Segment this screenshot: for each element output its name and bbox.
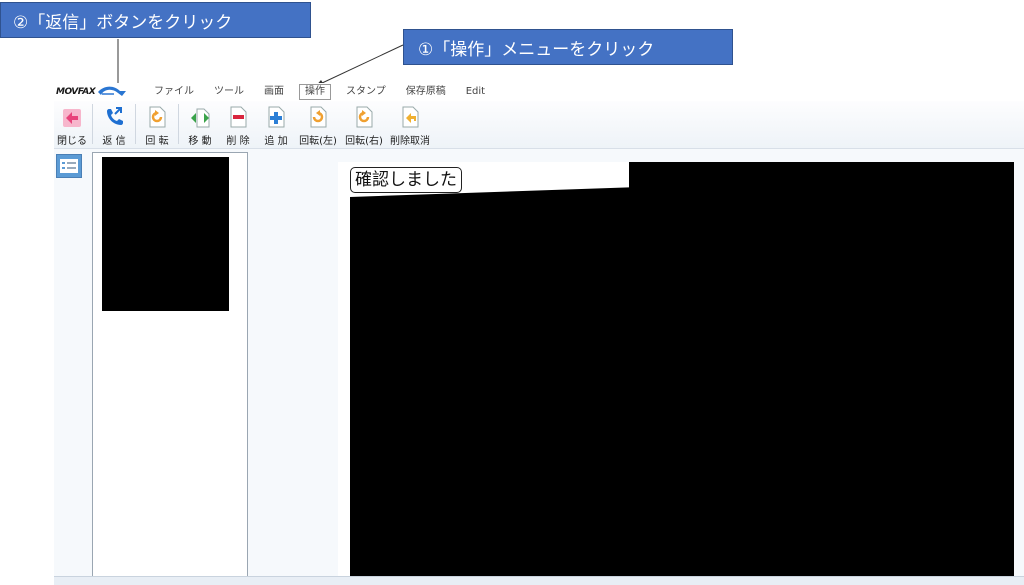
rotate-left-button-label: 回転(左) bbox=[299, 136, 337, 147]
move-arrows-icon bbox=[191, 108, 210, 128]
rotate-left-icon bbox=[310, 106, 327, 128]
rotate-button[interactable]: 回 転 bbox=[138, 101, 176, 147]
arrow-to-operation-menu bbox=[319, 44, 404, 85]
app-window: MOVFAX ファイル ツール 画面 操作 スタンプ 保存原稿 Edit 閉じる… bbox=[54, 83, 1024, 585]
add-plus-icon bbox=[268, 106, 285, 128]
delete-minus-icon bbox=[230, 106, 247, 128]
menu-bar: MOVFAX ファイル ツール 画面 操作 スタンプ 保存原稿 Edit bbox=[54, 83, 1024, 101]
close-button[interactable]: 閉じる bbox=[54, 101, 90, 147]
toolbar-separator bbox=[178, 104, 179, 144]
rotate-right-icon bbox=[356, 106, 373, 128]
confirmed-stamp[interactable]: 確認しました bbox=[350, 167, 462, 193]
rotate-page-icon bbox=[149, 106, 166, 128]
rotate-left-button[interactable]: 回転(左) bbox=[295, 101, 341, 147]
rotate-button-label: 回 転 bbox=[145, 136, 169, 147]
redacted-region bbox=[350, 187, 638, 585]
reply-phone-icon bbox=[107, 107, 123, 125]
menu-saved-drafts[interactable]: 保存原稿 bbox=[396, 84, 456, 100]
toolbar: 閉じる 返 信 回 転 移 動 削 除 追 加 回転(左) 回転(右) 削除取消 bbox=[54, 101, 1024, 149]
reply-button[interactable]: 返 信 bbox=[95, 101, 133, 147]
delete-button[interactable]: 削 除 bbox=[219, 101, 257, 147]
toolbar-separator bbox=[92, 104, 93, 144]
undo-delete-button[interactable]: 削除取消 bbox=[387, 101, 433, 147]
menu-file[interactable]: ファイル bbox=[144, 84, 204, 100]
delete-button-label: 削 除 bbox=[226, 136, 250, 147]
app-logo: MOVFAX bbox=[54, 86, 132, 98]
menu-view[interactable]: 画面 bbox=[254, 84, 294, 100]
close-button-label: 閉じる bbox=[57, 136, 87, 147]
thumbnail-panel bbox=[92, 152, 248, 577]
logo-swoosh-icon bbox=[98, 86, 127, 96]
reply-button-label: 返 信 bbox=[102, 136, 126, 147]
add-button[interactable]: 追 加 bbox=[257, 101, 295, 147]
rotate-right-button[interactable]: 回転(右) bbox=[341, 101, 387, 147]
screenshot: ②「返信」ボタンをクリック ①「操作」メニューをクリック MOVFAX ファイル… bbox=[0, 0, 1024, 585]
menu-edit[interactable]: Edit bbox=[456, 84, 495, 100]
menu-stamp[interactable]: スタンプ bbox=[336, 84, 396, 100]
page-list-icon bbox=[60, 159, 78, 173]
move-button-label: 移 動 bbox=[188, 136, 212, 147]
logo-text: MOVFAX bbox=[56, 87, 96, 97]
status-bar bbox=[54, 576, 1024, 585]
menu-operation[interactable]: 操作 bbox=[299, 84, 331, 100]
move-button[interactable]: 移 動 bbox=[181, 101, 219, 147]
page-thumbnail[interactable] bbox=[102, 157, 229, 311]
toolbar-separator bbox=[135, 104, 136, 144]
menu-tools[interactable]: ツール bbox=[204, 84, 254, 100]
undo-delete-icon bbox=[402, 106, 419, 128]
close-arrow-icon bbox=[63, 109, 81, 127]
add-button-label: 追 加 bbox=[264, 136, 288, 147]
undo-delete-button-label: 削除取消 bbox=[390, 136, 430, 147]
document-view: 確認しました bbox=[338, 162, 1014, 585]
rotate-right-button-label: 回転(右) bbox=[345, 136, 383, 147]
thumbnail-view-toggle[interactable] bbox=[56, 154, 82, 178]
